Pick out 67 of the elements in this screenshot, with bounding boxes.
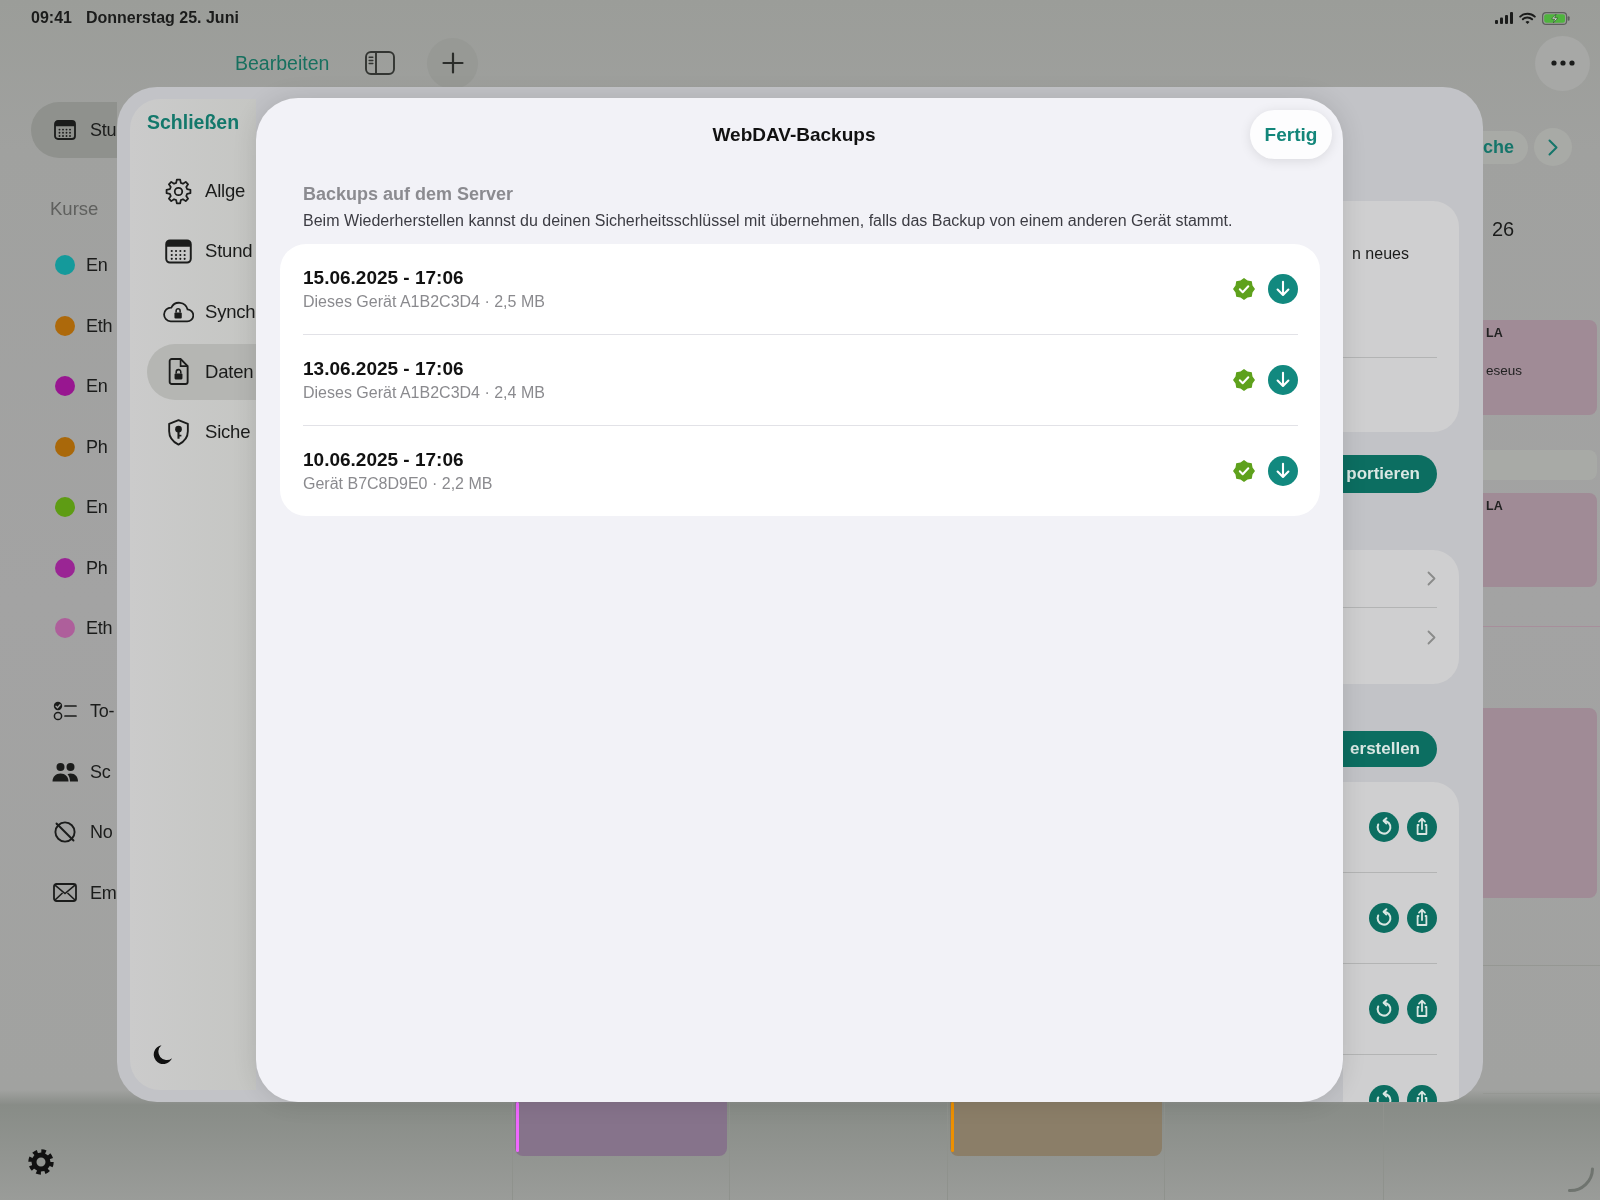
backup-details: Dieses Gerät A1B2C3D4 · 2,5 MB: [303, 292, 545, 312]
shield-key-icon: [166, 418, 190, 446]
sidebar-item[interactable]: No: [31, 801, 117, 863]
moon-icon[interactable]: [153, 1044, 173, 1065]
backup-details: Gerät B7C8D9E0 · 2,2 MB: [303, 474, 493, 494]
event-card[interactable]: LA eseus: [1483, 320, 1597, 415]
sidebar-item[interactable]: Em: [31, 862, 117, 923]
action-button[interactable]: portieren: [1343, 455, 1437, 493]
battery-icon: [1542, 11, 1570, 25]
day-number: 26: [1492, 217, 1515, 241]
arc-icon: [1567, 1167, 1595, 1193]
people-icon: [52, 761, 78, 782]
envelope-icon: [53, 883, 77, 902]
action-button[interactable]: erstellen: [1343, 731, 1437, 767]
share-icon[interactable]: [1407, 903, 1437, 933]
download-icon[interactable]: [1268, 274, 1298, 304]
settings-nav-item[interactable]: Siche: [147, 404, 256, 460]
sidebar-item[interactable]: Sc: [31, 741, 117, 802]
calendar-icon: [164, 238, 192, 264]
course-item[interactable]: Ph: [31, 416, 117, 477]
ellipsis-icon: [1550, 60, 1575, 66]
calendar-icon: [54, 120, 76, 140]
settings-nav-item[interactable]: Daten: [147, 343, 256, 400]
cloud-lock-icon: [162, 300, 194, 323]
backup-date: 15.06.2025 - 17:06: [303, 266, 464, 290]
gear-icon[interactable]: [28, 1149, 54, 1175]
download-icon[interactable]: [1268, 365, 1298, 395]
sidebar-item[interactable]: To-: [31, 680, 117, 742]
backup-date: 13.06.2025 - 17:06: [303, 357, 464, 381]
event-card[interactable]: LA: [1483, 493, 1597, 587]
course-item[interactable]: En: [31, 234, 117, 296]
sidebar-icon[interactable]: [365, 51, 396, 75]
section-note: Beim Wiederherstellen kannst du deinen Sicherheitsschlüssel mit übernehmen, falls das Backup von einem anderen Gerät stammt.: [303, 211, 1234, 231]
share-icon[interactable]: [1407, 812, 1437, 842]
settings-nav-item[interactable]: Stund: [147, 223, 256, 280]
event-subtitle: eseus: [1486, 362, 1523, 379]
chevron-right-icon: [1548, 138, 1558, 156]
sheet-title: WebDAV-Backups: [712, 123, 876, 146]
course-item[interactable]: En: [31, 476, 117, 538]
circular-arrow-icon[interactable]: [1369, 1085, 1399, 1102]
course-item[interactable]: Eth: [31, 597, 117, 659]
course-item[interactable]: Ph: [31, 537, 117, 598]
share-icon[interactable]: [1407, 994, 1437, 1024]
status-date: Donnerstag 25. Juni: [85, 9, 239, 27]
signal-icon: [1495, 12, 1513, 24]
backup-date: 10.06.2025 - 17:06: [303, 448, 464, 472]
section-header: Backups auf dem Server: [303, 183, 515, 205]
event-title: LA: [1486, 326, 1503, 341]
done-button[interactable]: Fertig: [1250, 110, 1332, 159]
card-text: n neues: [1352, 244, 1409, 264]
gear-icon: [164, 177, 192, 205]
settings-nav-item[interactable]: Allge: [147, 163, 256, 219]
settings-nav-item[interactable]: Synch: [147, 283, 256, 340]
event-title: LA: [1486, 499, 1503, 514]
section-title: Kurse: [49, 197, 100, 221]
document-lock-icon: [167, 358, 189, 386]
course-item[interactable]: Eth: [31, 295, 117, 356]
checklist-icon: [53, 701, 77, 721]
share-icon[interactable]: [1407, 1085, 1437, 1102]
status-time: 09:41: [31, 9, 72, 27]
course-item[interactable]: En: [31, 355, 117, 417]
wifi-icon: [1519, 11, 1536, 25]
backup-details: Dieses Gerät A1B2C3D4 · 2,4 MB: [303, 383, 545, 403]
plus-icon: [441, 52, 464, 74]
download-icon[interactable]: [1268, 456, 1298, 486]
circle-slash-icon: [53, 820, 77, 844]
sidebar-item[interactable]: Stu: [31, 102, 117, 158]
